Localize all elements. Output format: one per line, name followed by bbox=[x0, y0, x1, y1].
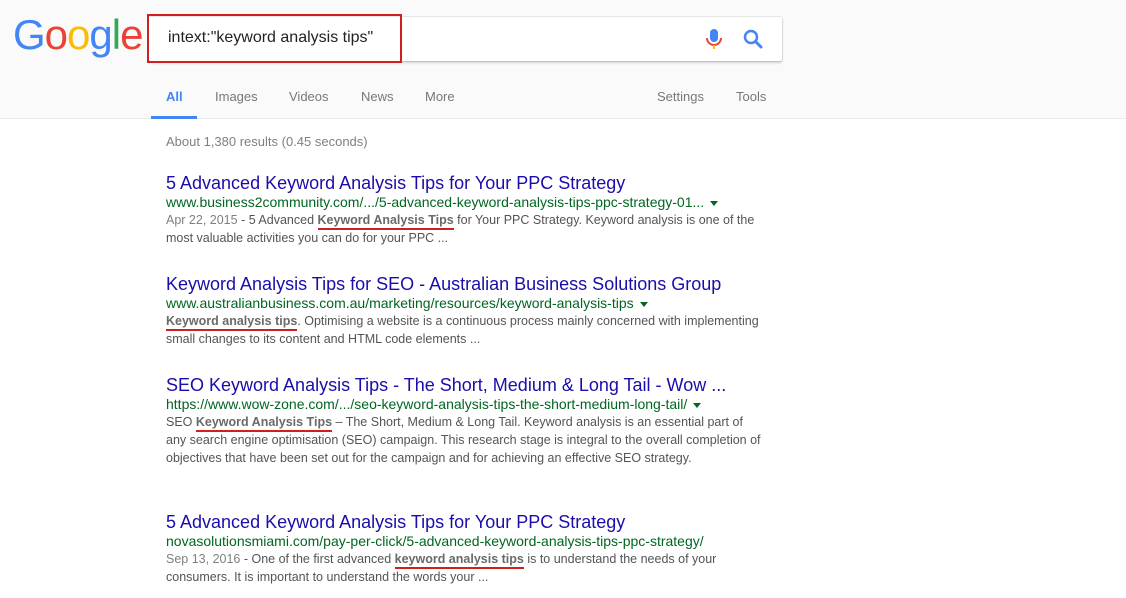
result-stats: About 1,380 results (0.45 seconds) bbox=[166, 134, 368, 149]
logo-letter: g bbox=[89, 11, 112, 58]
result-url-text: novasolutionsmiami.com/pay-per-click/5-a… bbox=[166, 533, 704, 549]
magnifier-icon[interactable] bbox=[741, 27, 765, 51]
google-logo[interactable]: Google bbox=[13, 11, 143, 58]
result-title-link[interactable]: Keyword Analysis Tips for SEO - Australi… bbox=[166, 273, 766, 295]
logo-letter: o bbox=[44, 11, 68, 58]
tab-tools[interactable]: Tools bbox=[736, 89, 766, 104]
snippet-text: - 5 Advanced bbox=[237, 213, 318, 227]
tab-all[interactable]: All bbox=[166, 89, 183, 104]
tab-more[interactable]: More bbox=[425, 89, 455, 104]
tab-images[interactable]: Images bbox=[215, 89, 258, 104]
result-title-link[interactable]: SEO Keyword Analysis Tips - The Short, M… bbox=[166, 374, 766, 396]
result-title-link[interactable]: 5 Advanced Keyword Analysis Tips for You… bbox=[166, 172, 766, 194]
caret-down-icon[interactable] bbox=[693, 402, 702, 408]
snippet-highlight: keyword analysis tips bbox=[394, 552, 524, 569]
result-url: https://www.wow-zone.com/.../seo-keyword… bbox=[166, 395, 766, 413]
result-url-text: www.business2community.com/.../5-advance… bbox=[166, 194, 705, 210]
result-title-link[interactable]: 5 Advanced Keyword Analysis Tips for You… bbox=[166, 511, 766, 533]
caret-down-icon[interactable] bbox=[710, 200, 719, 206]
logo-letter: G bbox=[13, 11, 46, 58]
snippet-text: SEO bbox=[166, 415, 196, 429]
search-result: 5 Advanced Keyword Analysis Tips for You… bbox=[166, 172, 766, 247]
logo-letter: e bbox=[120, 11, 143, 58]
result-snippet: Keyword analysis tips. Optimising a webs… bbox=[166, 312, 766, 348]
result-url: www.australianbusiness.com.au/marketing/… bbox=[166, 294, 766, 312]
search-result: 5 Advanced Keyword Analysis Tips for You… bbox=[166, 511, 766, 586]
result-url-text: www.australianbusiness.com.au/marketing/… bbox=[166, 295, 634, 311]
result-date: Apr 22, 2015 bbox=[166, 213, 238, 227]
tab-videos[interactable]: Videos bbox=[289, 89, 329, 104]
result-url-text: https://www.wow-zone.com/.../seo-keyword… bbox=[166, 396, 688, 412]
search-result: Keyword Analysis Tips for SEO - Australi… bbox=[166, 273, 766, 348]
search-input[interactable]: intext:"keyword analysis tips" bbox=[168, 29, 373, 47]
result-snippet: Sep 13, 2016 - One of the first advanced… bbox=[166, 550, 766, 586]
search-header: Google intext:"keyword analysis tips" Al… bbox=[0, 0, 1126, 119]
result-snippet: Apr 22, 2015 - 5 Advanced Keyword Analys… bbox=[166, 211, 766, 247]
result-snippet: SEO Keyword Analysis Tips – The Short, M… bbox=[166, 413, 766, 467]
tab-news[interactable]: News bbox=[361, 89, 394, 104]
snippet-highlight: Keyword Analysis Tips bbox=[195, 415, 333, 432]
result-date: Sep 13, 2016 bbox=[166, 552, 241, 566]
caret-down-icon[interactable] bbox=[639, 301, 648, 307]
logo-letter: o bbox=[67, 11, 90, 58]
snippet-text: - One of the first advanced bbox=[240, 552, 395, 566]
search-result: SEO Keyword Analysis Tips - The Short, M… bbox=[166, 374, 766, 467]
microphone-icon[interactable] bbox=[703, 27, 725, 51]
tab-settings[interactable]: Settings bbox=[657, 89, 704, 104]
snippet-highlight: Keyword analysis tips bbox=[166, 314, 298, 331]
snippet-highlight: Keyword Analysis Tips bbox=[317, 213, 454, 230]
active-tab-indicator bbox=[151, 116, 197, 119]
logo-letter: l bbox=[111, 11, 121, 58]
result-url: www.business2community.com/.../5-advance… bbox=[166, 193, 766, 211]
result-url: novasolutionsmiami.com/pay-per-click/5-a… bbox=[166, 532, 766, 550]
